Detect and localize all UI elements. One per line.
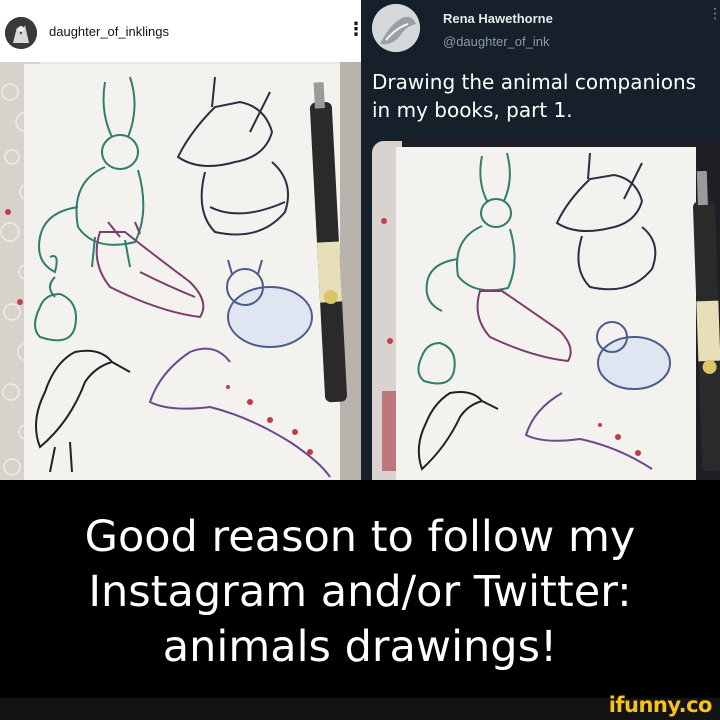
ifunny-watermark: ifunny.co [608,693,713,717]
more-vertical-icon[interactable]: ⋮ [347,21,361,39]
twitter-handle[interactable]: @daughter_of_ink [443,34,549,49]
instagram-username[interactable]: daughter_of_inklings [49,24,169,39]
instagram-post: daughter_of_inklings ⋮ [0,0,361,480]
caption-line-1: Good reason to follow my [84,512,636,562]
tweet-text: Drawing the animal companions in my book… [372,70,697,122]
instagram-post-header: daughter_of_inklings ⋮ [0,0,361,62]
instagram-avatar[interactable] [5,17,37,49]
meme-caption: Good reason to follow my Instagram and/o… [0,510,720,675]
meme-caption-area: Good reason to follow my Instagram and/o… [0,480,720,698]
caption-line-2: Instagram and/or Twitter: [88,567,632,617]
twitter-post: Rena Hawethorne @daughter_of_ink ⋮ Drawi… [361,0,720,480]
twitter-avatar[interactable] [372,4,420,52]
more-vertical-icon[interactable]: ⋮ [708,6,720,22]
twitter-display-name[interactable]: Rena Hawethorne [443,11,553,26]
tweet-image[interactable] [372,141,720,480]
caption-line-3: animals drawings! [162,622,558,672]
instagram-post-image[interactable] [0,62,361,480]
